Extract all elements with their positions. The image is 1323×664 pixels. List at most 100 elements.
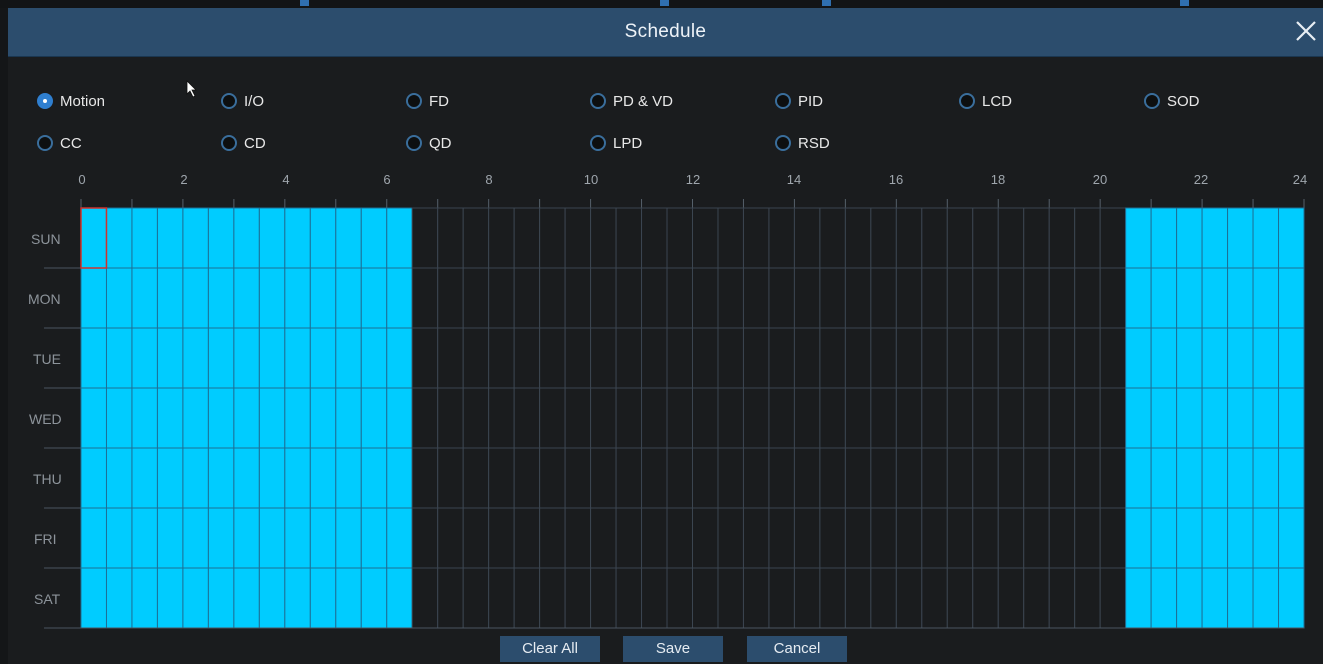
schedule-cell[interactable]: [692, 207, 719, 269]
schedule-cell[interactable]: [1125, 207, 1152, 269]
schedule-cell[interactable]: [411, 387, 439, 449]
schedule-cell[interactable]: [462, 387, 490, 449]
schedule-cell[interactable]: [819, 387, 846, 449]
schedule-cell[interactable]: [182, 507, 209, 569]
schedule-cell[interactable]: [564, 387, 592, 449]
schedule-cell[interactable]: [793, 447, 821, 509]
schedule-cell[interactable]: [921, 567, 948, 629]
schedule-cell[interactable]: [284, 567, 311, 629]
schedule-cell[interactable]: [768, 327, 795, 389]
schedule-cell[interactable]: [946, 507, 974, 569]
schedule-cell[interactable]: [360, 207, 388, 269]
schedule-cell[interactable]: [1125, 267, 1152, 329]
schedule-cell[interactable]: [1227, 327, 1254, 389]
schedule-cell[interactable]: [946, 387, 974, 449]
schedule-cell[interactable]: [131, 267, 158, 329]
schedule-cell[interactable]: [335, 387, 362, 449]
schedule-cell[interactable]: [1023, 507, 1050, 569]
schedule-cell[interactable]: [1150, 507, 1178, 569]
schedule-cell[interactable]: [1227, 207, 1254, 269]
schedule-cell[interactable]: [615, 507, 643, 569]
schedule-cell[interactable]: [1278, 207, 1305, 269]
schedule-cell[interactable]: [742, 267, 770, 329]
schedule-cell[interactable]: [284, 207, 311, 269]
schedule-cell[interactable]: [1125, 387, 1152, 449]
schedule-cell[interactable]: [258, 507, 286, 569]
schedule-cell[interactable]: [870, 387, 897, 449]
schedule-cell[interactable]: [1176, 447, 1203, 509]
schedule-cell[interactable]: [284, 507, 311, 569]
schedule-cell[interactable]: [1278, 567, 1305, 629]
schedule-cell[interactable]: [1125, 447, 1152, 509]
schedule-cell[interactable]: [972, 207, 999, 269]
schedule-cell[interactable]: [437, 207, 464, 269]
schedule-cell[interactable]: [564, 567, 592, 629]
schedule-cell[interactable]: [1278, 267, 1305, 329]
schedule-cell[interactable]: [207, 267, 235, 329]
schedule-cell[interactable]: [335, 507, 362, 569]
schedule-cell[interactable]: [386, 387, 413, 449]
schedule-cell[interactable]: [539, 327, 566, 389]
schedule-cell[interactable]: [80, 567, 107, 629]
schedule-cell[interactable]: [1201, 567, 1229, 629]
schedule-cell[interactable]: [105, 387, 133, 449]
schedule-cell[interactable]: [666, 267, 693, 329]
schedule-cell[interactable]: [105, 567, 133, 629]
schedule-cell[interactable]: [488, 327, 515, 389]
schedule-cell[interactable]: [1278, 507, 1305, 569]
schedule-cell[interactable]: [564, 267, 592, 329]
schedule-cell[interactable]: [615, 387, 643, 449]
schedule-cell[interactable]: [692, 447, 719, 509]
schedule-cell[interactable]: [997, 267, 1025, 329]
schedule-cell[interactable]: [1048, 207, 1076, 269]
schedule-cell[interactable]: [386, 207, 413, 269]
schedule-cell[interactable]: [1099, 387, 1127, 449]
schedule-cell[interactable]: [1252, 507, 1280, 569]
schedule-cell[interactable]: [921, 267, 948, 329]
schedule-cell[interactable]: [1150, 567, 1178, 629]
schedule-cell[interactable]: [1048, 267, 1076, 329]
clear-all-button[interactable]: Clear All: [500, 636, 600, 662]
schedule-cell[interactable]: [462, 267, 490, 329]
schedule-cell[interactable]: [972, 327, 999, 389]
schedule-cell[interactable]: [768, 507, 795, 569]
schedule-cell[interactable]: [1023, 207, 1050, 269]
schedule-cell[interactable]: [156, 327, 184, 389]
schedule-cell[interactable]: [1252, 327, 1280, 389]
schedule-cell[interactable]: [182, 327, 209, 389]
schedule-cell[interactable]: [870, 207, 897, 269]
schedule-cell[interactable]: [946, 567, 974, 629]
schedule-cell[interactable]: [258, 327, 286, 389]
schedule-cell[interactable]: [182, 267, 209, 329]
schedule-cell[interactable]: [590, 267, 617, 329]
schedule-cell[interactable]: [258, 267, 286, 329]
schedule-cell[interactable]: [1048, 327, 1076, 389]
schedule-cell[interactable]: [1252, 447, 1280, 509]
schedule-cell[interactable]: [513, 267, 541, 329]
schedule-cell[interactable]: [717, 267, 744, 329]
schedule-cell[interactable]: [1252, 267, 1280, 329]
schedule-cell[interactable]: [258, 447, 286, 509]
schedule-cell[interactable]: [1201, 207, 1229, 269]
schedule-cell[interactable]: [1176, 387, 1203, 449]
schedule-cell[interactable]: [717, 447, 744, 509]
schedule-cell[interactable]: [692, 327, 719, 389]
schedule-cell[interactable]: [564, 207, 592, 269]
schedule-cell[interactable]: [513, 507, 541, 569]
schedule-cell[interactable]: [844, 567, 872, 629]
schedule-cell[interactable]: [233, 207, 260, 269]
schedule-cell[interactable]: [309, 327, 337, 389]
schedule-cell[interactable]: [1099, 507, 1127, 569]
schedule-cell[interactable]: [590, 387, 617, 449]
schedule-cell[interactable]: [1074, 387, 1101, 449]
schedule-cell[interactable]: [972, 507, 999, 569]
schedule-cell[interactable]: [513, 327, 541, 389]
schedule-cell[interactable]: [1201, 267, 1229, 329]
schedule-cell[interactable]: [1023, 327, 1050, 389]
schedule-cell[interactable]: [233, 447, 260, 509]
schedule-cell[interactable]: [615, 327, 643, 389]
schedule-cell[interactable]: [972, 387, 999, 449]
schedule-cell[interactable]: [207, 327, 235, 389]
schedule-cell[interactable]: [895, 507, 923, 569]
schedule-cell[interactable]: [641, 567, 668, 629]
